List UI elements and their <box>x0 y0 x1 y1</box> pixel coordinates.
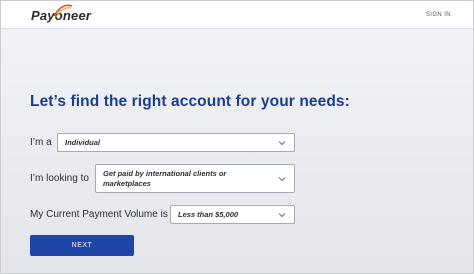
payment-volume-label: My Current Payment Volume is <box>30 209 168 220</box>
top-bar: Payoneer SIGN IN <box>1 1 473 29</box>
goal-value: Get paid by international clients or mar… <box>103 168 227 188</box>
chevron-down-icon <box>278 140 286 145</box>
account-type-select[interactable]: Individual <box>57 133 295 152</box>
payment-volume-value: Less than $5,000 <box>178 209 239 219</box>
page-heading: Let’s find the right account for your ne… <box>30 93 350 110</box>
page-frame: Payoneer SIGN IN Let’s find the right ac… <box>0 0 474 274</box>
goal-label: I’m looking to <box>30 173 89 184</box>
logo-swoosh-icon <box>53 4 73 18</box>
chevron-down-icon <box>278 176 286 181</box>
chevron-down-icon <box>278 212 286 217</box>
account-type-value: Individual <box>65 137 101 147</box>
goal-select[interactable]: Get paid by international clients or mar… <box>95 164 295 193</box>
account-type-label: I’m a <box>30 137 52 148</box>
payment-volume-select[interactable]: Less than $5,000 <box>170 205 295 224</box>
next-button[interactable]: NEXT <box>30 235 134 256</box>
sign-in-link[interactable]: SIGN IN <box>426 12 451 18</box>
